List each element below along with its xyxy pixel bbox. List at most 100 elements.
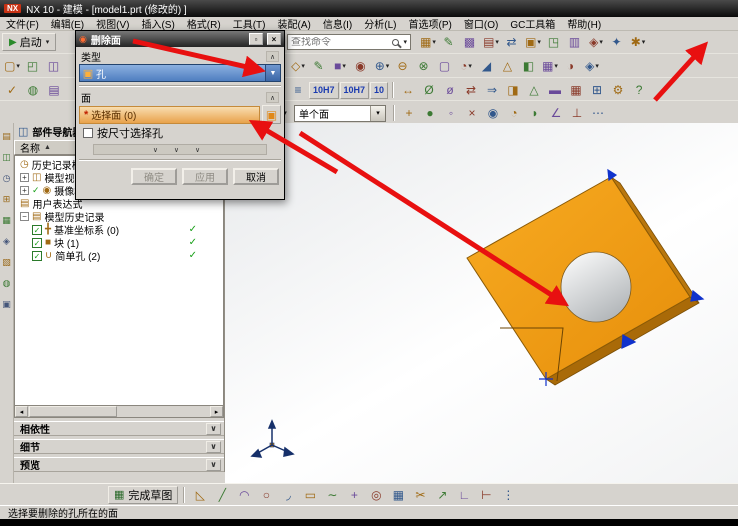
profile-icon[interactable]: ◺ — [190, 486, 210, 504]
combo-caret-icon[interactable]: ▾ — [370, 106, 385, 121]
chevron-up-icon[interactable]: ∧ — [266, 51, 279, 62]
datum-plane-icon[interactable]: ◇▾ — [288, 57, 308, 75]
tangent-point-icon[interactable]: ◗ — [525, 104, 545, 122]
sketch-icon[interactable]: ✎ — [309, 57, 329, 75]
quick-trim-icon[interactable]: ✂ — [410, 486, 430, 504]
rapid-dimension-icon[interactable]: ⊢ — [476, 486, 496, 504]
reuse-library-icon[interactable]: ⊞ — [3, 194, 11, 205]
feature-checkbox[interactable]: ✓ — [32, 238, 42, 248]
menu-item[interactable]: 视图(V) — [90, 17, 135, 31]
intersect-icon[interactable]: ⊗ — [414, 57, 434, 75]
replace-face-icon[interactable]: ◨ — [503, 81, 523, 99]
perpendicular-snap-icon[interactable]: ⊥ — [567, 104, 587, 122]
expression-icon[interactable]: ≡ — [288, 81, 308, 99]
history-feature-row[interactable]: ✓ ∪ 简单孔 (2) ✓ — [15, 249, 223, 262]
display-mode-icon[interactable]: ▣▾ — [523, 33, 543, 51]
swap-view-icon[interactable]: ⇄ — [502, 33, 522, 51]
ok-button[interactable]: 确定 — [131, 168, 177, 185]
resize-face-icon[interactable]: ▬ — [545, 81, 565, 99]
menu-item[interactable]: 装配(A) — [271, 17, 316, 31]
pattern-face-icon[interactable]: ▦ — [566, 81, 586, 99]
model-hole[interactable] — [561, 252, 631, 322]
select-holes-by-size-option[interactable]: 按尺寸选择孔 — [79, 124, 281, 140]
menu-item[interactable]: 编辑(E) — [45, 17, 90, 31]
expand-icon[interactable]: + — [20, 173, 29, 182]
history-feature-row[interactable]: ✓ ╋ 基准坐标系 (0) ✓ — [15, 223, 223, 236]
make-corner-icon[interactable]: ∟ — [454, 486, 474, 504]
menu-item[interactable]: 格式(R) — [181, 17, 227, 31]
arc-center-icon[interactable]: ◉ — [483, 104, 503, 122]
wcs-triad[interactable] — [252, 421, 293, 457]
menu-item[interactable]: 首选项(P) — [403, 17, 458, 31]
role-icon[interactable]: ◈▾ — [586, 33, 606, 51]
hole-icon[interactable]: ◉ — [351, 57, 371, 75]
line-icon[interactable]: ╱ — [212, 486, 232, 504]
quick-extend-icon[interactable]: ↗ — [432, 486, 452, 504]
tolerance-button[interactable]: 10 — [370, 82, 388, 99]
draft-icon[interactable]: △ — [498, 57, 518, 75]
arc-icon[interactable]: ◠ — [234, 486, 254, 504]
selection-scope-combo[interactable]: 单个面 ▾ — [294, 105, 386, 122]
dialog-close-button[interactable]: × — [267, 33, 281, 45]
new-file-icon[interactable]: ▢▾ — [2, 57, 22, 75]
diameter-icon[interactable]: Ø — [419, 81, 439, 99]
delete-face-icon[interactable]: △ — [524, 81, 544, 99]
unite-icon[interactable]: ⊕▾ — [372, 57, 392, 75]
measure-icon[interactable]: ↔ — [398, 81, 418, 99]
chevron-up-icon[interactable]: ∧ — [266, 92, 279, 103]
finish-check-icon[interactable]: ✓ — [2, 81, 22, 99]
web-browser-icon[interactable]: ◍ — [3, 278, 11, 289]
menu-item[interactable]: 文件(F) — [0, 17, 45, 31]
collapse-groups-strip[interactable]: ∨ ∨ ∨ — [93, 144, 267, 155]
view-manager-icon[interactable]: ▦ — [2, 215, 11, 226]
bookmarks-icon[interactable]: ▣ — [2, 299, 11, 310]
shell-icon[interactable]: ▢ — [435, 57, 455, 75]
mirror-feature-icon[interactable]: ◑ — [561, 57, 581, 75]
move-face-icon[interactable]: ⇄ — [461, 81, 481, 99]
angle-snap-icon[interactable]: ∠ — [546, 104, 566, 122]
history-feature-row[interactable]: ✓ ■ 块 (1) ✓ — [15, 236, 223, 249]
feature-checkbox[interactable]: ✓ — [32, 251, 42, 261]
subtract-icon[interactable]: ⊖ — [393, 57, 413, 75]
hole-callout-icon[interactable]: ø — [440, 81, 460, 99]
menu-item[interactable]: 信息(I) — [317, 17, 358, 31]
materials-icon[interactable]: ▧ — [2, 257, 11, 268]
shaded-display-icon[interactable]: ◍ — [23, 81, 43, 99]
cancel-button[interactable]: 取消 — [233, 168, 279, 185]
fillet-icon[interactable]: ◞ — [278, 486, 298, 504]
navigator-section-header[interactable]: 相依性 ∨ — [14, 421, 224, 436]
face-finder-button[interactable]: ▣ — [262, 105, 281, 124]
horizontal-scrollbar[interactable]: ◂ ▸ — [14, 405, 224, 418]
select-face-row[interactable]: * 选择面 (0) — [79, 106, 260, 124]
settings-icon[interactable]: ⚙ — [608, 81, 628, 99]
list-view-icon[interactable]: ▥ — [565, 33, 585, 51]
save-icon[interactable]: ◫ — [44, 57, 64, 75]
quadrant-view-icon[interactable]: ◳ — [544, 33, 564, 51]
window-layout-icon[interactable]: ▦▾ — [418, 33, 438, 51]
navigator-section-header[interactable]: 预览 ∨ — [14, 457, 224, 472]
roles-icon[interactable]: ◈ — [3, 236, 10, 247]
screenshot-icon[interactable]: ▩ — [460, 33, 480, 51]
collapse-icon[interactable]: − — [20, 212, 29, 221]
scroll-thumb[interactable] — [29, 406, 117, 417]
feature-checkbox[interactable]: ✓ — [32, 225, 42, 235]
point-icon[interactable]: + — [344, 486, 364, 504]
chevron-down-icon[interactable]: ∨ — [206, 423, 221, 435]
rectangle-icon[interactable]: ▭ — [300, 486, 320, 504]
more-sketch-icon[interactable]: ⋮ — [498, 486, 518, 504]
open-file-icon[interactable]: ◰ — [23, 57, 43, 75]
finish-sketch-button[interactable]: ▦ 完成草图 — [108, 486, 178, 504]
trim-body-icon[interactable]: ◧ — [519, 57, 539, 75]
search-caret-icon[interactable]: ▾ — [403, 38, 407, 46]
help-icon[interactable]: ? — [629, 81, 649, 99]
navigator-section-header[interactable]: 细节 ∨ — [14, 439, 224, 454]
more-snaps-icon[interactable]: ⋯ — [588, 104, 608, 122]
more-feature-icon[interactable]: ◈▾ — [582, 57, 602, 75]
layer-settings-icon[interactable]: ▤ — [44, 81, 64, 99]
intersection-point-icon[interactable]: × — [462, 104, 482, 122]
history-palette-icon[interactable]: ◷ — [3, 173, 11, 184]
synchronous-modeling-icon[interactable]: ✱▾ — [628, 33, 648, 51]
edge-blend-icon[interactable]: ◔▾ — [456, 57, 476, 75]
menu-item[interactable]: 窗口(O) — [458, 17, 504, 31]
tolerance-button[interactable]: 10H7 — [340, 82, 370, 99]
